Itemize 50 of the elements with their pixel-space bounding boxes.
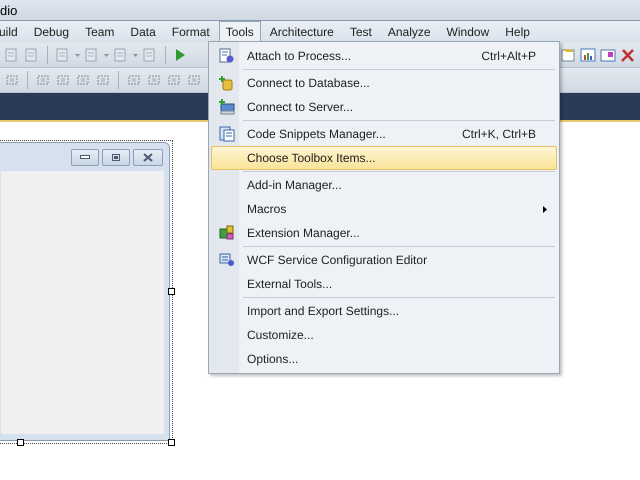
service-config-icon: [219, 252, 235, 268]
menu-item[interactable]: Test: [342, 21, 379, 43]
maximize-icon: [112, 154, 120, 160]
chart-window-icon[interactable]: [580, 47, 596, 63]
maximize-button[interactable]: [102, 148, 130, 166]
menu-item[interactable]: Architecture: [262, 21, 341, 43]
server-add-icon: [219, 99, 235, 115]
menu-item[interactable]: Format: [164, 21, 217, 43]
menu-item[interactable]: Help: [498, 21, 537, 43]
object-browser-icon[interactable]: [600, 47, 616, 63]
window-title: dio: [0, 2, 18, 18]
start-icon[interactable]: [173, 48, 187, 62]
menu-item[interactable]: Attach to Process... Ctrl+Alt+P: [211, 44, 557, 68]
close-icon: [143, 152, 153, 162]
database-add-icon: [219, 75, 235, 91]
tools-icon[interactable]: [620, 47, 636, 63]
menu-item[interactable]: Connect to Database...: [211, 71, 557, 95]
menu-item[interactable]: WCF Service Configuration Editor: [211, 248, 557, 272]
menu-item[interactable]: Extension Manager...: [211, 221, 557, 245]
minimize-icon: [80, 155, 90, 159]
resize-handle[interactable]: [168, 288, 175, 295]
menu-item[interactable]: Analyze: [380, 21, 438, 43]
resize-handle[interactable]: [168, 439, 175, 446]
menu-item[interactable]: Import and Export Settings...: [211, 299, 557, 323]
menu-item[interactable]: Add-in Manager...: [211, 173, 557, 197]
document-gear-icon: [219, 48, 235, 64]
minimize-button[interactable]: [71, 148, 99, 166]
menu-item[interactable]: Team: [78, 21, 122, 43]
document-list-icon: [219, 126, 235, 142]
menu-item[interactable]: Debug: [26, 21, 76, 43]
extension-blocks-icon: [219, 225, 235, 241]
menu-item[interactable]: Choose Toolbox Items...: [211, 146, 557, 170]
menu-item[interactable]: Data: [123, 21, 163, 43]
shortcut-text: Ctrl+Alt+P: [481, 49, 536, 63]
menu-item[interactable]: Customize...: [211, 323, 557, 347]
shortcut-text: Ctrl+K, Ctrl+B: [462, 127, 536, 141]
menu-item[interactable]: uild: [0, 21, 25, 43]
dropdown-arrow-icon[interactable]: [104, 54, 109, 56]
resize-handle[interactable]: [17, 439, 24, 446]
dropdown-arrow-icon[interactable]: [75, 54, 80, 56]
properties-icon[interactable]: [560, 47, 576, 63]
menu-item[interactable]: External Tools...: [211, 272, 557, 296]
close-button[interactable]: [133, 148, 163, 166]
menu-item[interactable]: Code Snippets Manager... Ctrl+K, Ctrl+B: [211, 122, 557, 146]
menu-item[interactable]: Window: [440, 21, 496, 43]
menu-item[interactable]: Options...: [211, 347, 557, 371]
dropdown-arrow-icon[interactable]: [133, 54, 138, 56]
menu-item[interactable]: Connect to Server...: [211, 95, 557, 119]
menu-item[interactable]: Macros: [211, 197, 557, 221]
menu-item[interactable]: Tools: [218, 21, 261, 43]
